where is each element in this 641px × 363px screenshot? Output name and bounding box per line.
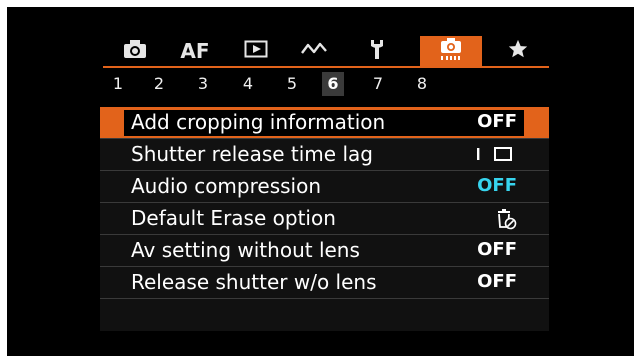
- play-icon: [244, 39, 268, 63]
- af-label: AF: [180, 39, 210, 63]
- tab-playback[interactable]: [238, 36, 274, 66]
- menu-item-label: Release shutter w/o lens: [131, 270, 377, 294]
- page-3[interactable]: 3: [192, 72, 214, 96]
- menu-item-release-wo-lens[interactable]: Release shutter w/o lens OFF: [100, 267, 549, 299]
- page-2[interactable]: 2: [148, 72, 170, 96]
- wireless-icon: [300, 39, 328, 63]
- menu-item-value: OFF: [477, 239, 517, 260]
- tab-wireless[interactable]: [296, 36, 332, 66]
- menu-item-label: Av setting without lens: [131, 238, 360, 262]
- menu-item-shutter-lag[interactable]: Shutter release time lag: [100, 139, 549, 171]
- menu-item-label: Add cropping information: [131, 110, 386, 134]
- menu-item-add-cropping[interactable]: Add cropping information OFF: [100, 107, 549, 139]
- tab-shooting[interactable]: [117, 36, 153, 66]
- page-4[interactable]: 4: [237, 72, 259, 96]
- page-indicator: 1 2 3 4 5 6 7 8: [103, 72, 463, 96]
- menu-item-av-without-lens[interactable]: Av setting without lens OFF: [100, 235, 549, 267]
- page-1[interactable]: 1: [107, 72, 129, 96]
- menu-tab-bar: AF: [103, 36, 549, 68]
- menu-item-default-erase[interactable]: Default Erase option: [100, 203, 549, 235]
- trash-cancel-icon: [495, 208, 517, 235]
- tab-custom-shooting[interactable]: [420, 36, 482, 66]
- camera-icon: [123, 39, 147, 63]
- menu-item-value: OFF: [477, 175, 517, 196]
- page-8[interactable]: 8: [411, 72, 433, 96]
- menu-item-value: OFF: [477, 271, 517, 292]
- tab-underline: [103, 66, 549, 68]
- tab-setup[interactable]: [359, 36, 395, 66]
- shutter-lag-normal-icon: [473, 145, 517, 168]
- page-6[interactable]: 6: [322, 72, 344, 96]
- menu-item-value: OFF: [477, 111, 517, 132]
- tab-my-menu[interactable]: [501, 36, 535, 66]
- menu-item-label: Shutter release time lag: [131, 142, 373, 166]
- menu-empty-row: [100, 299, 549, 331]
- tab-af[interactable]: AF: [175, 36, 215, 66]
- star-icon: [507, 38, 529, 64]
- menu-item-label: Audio compression: [131, 174, 322, 198]
- menu-item-label: Default Erase option: [131, 206, 336, 230]
- wrench-icon: [367, 38, 387, 64]
- custom-shooting-icon: [437, 37, 465, 65]
- settings-menu: Add cropping information OFF Shutter rel…: [100, 107, 549, 331]
- menu-item-audio-compression[interactable]: Audio compression OFF: [100, 171, 549, 203]
- page-7[interactable]: 7: [367, 72, 389, 96]
- page-5[interactable]: 5: [281, 72, 303, 96]
